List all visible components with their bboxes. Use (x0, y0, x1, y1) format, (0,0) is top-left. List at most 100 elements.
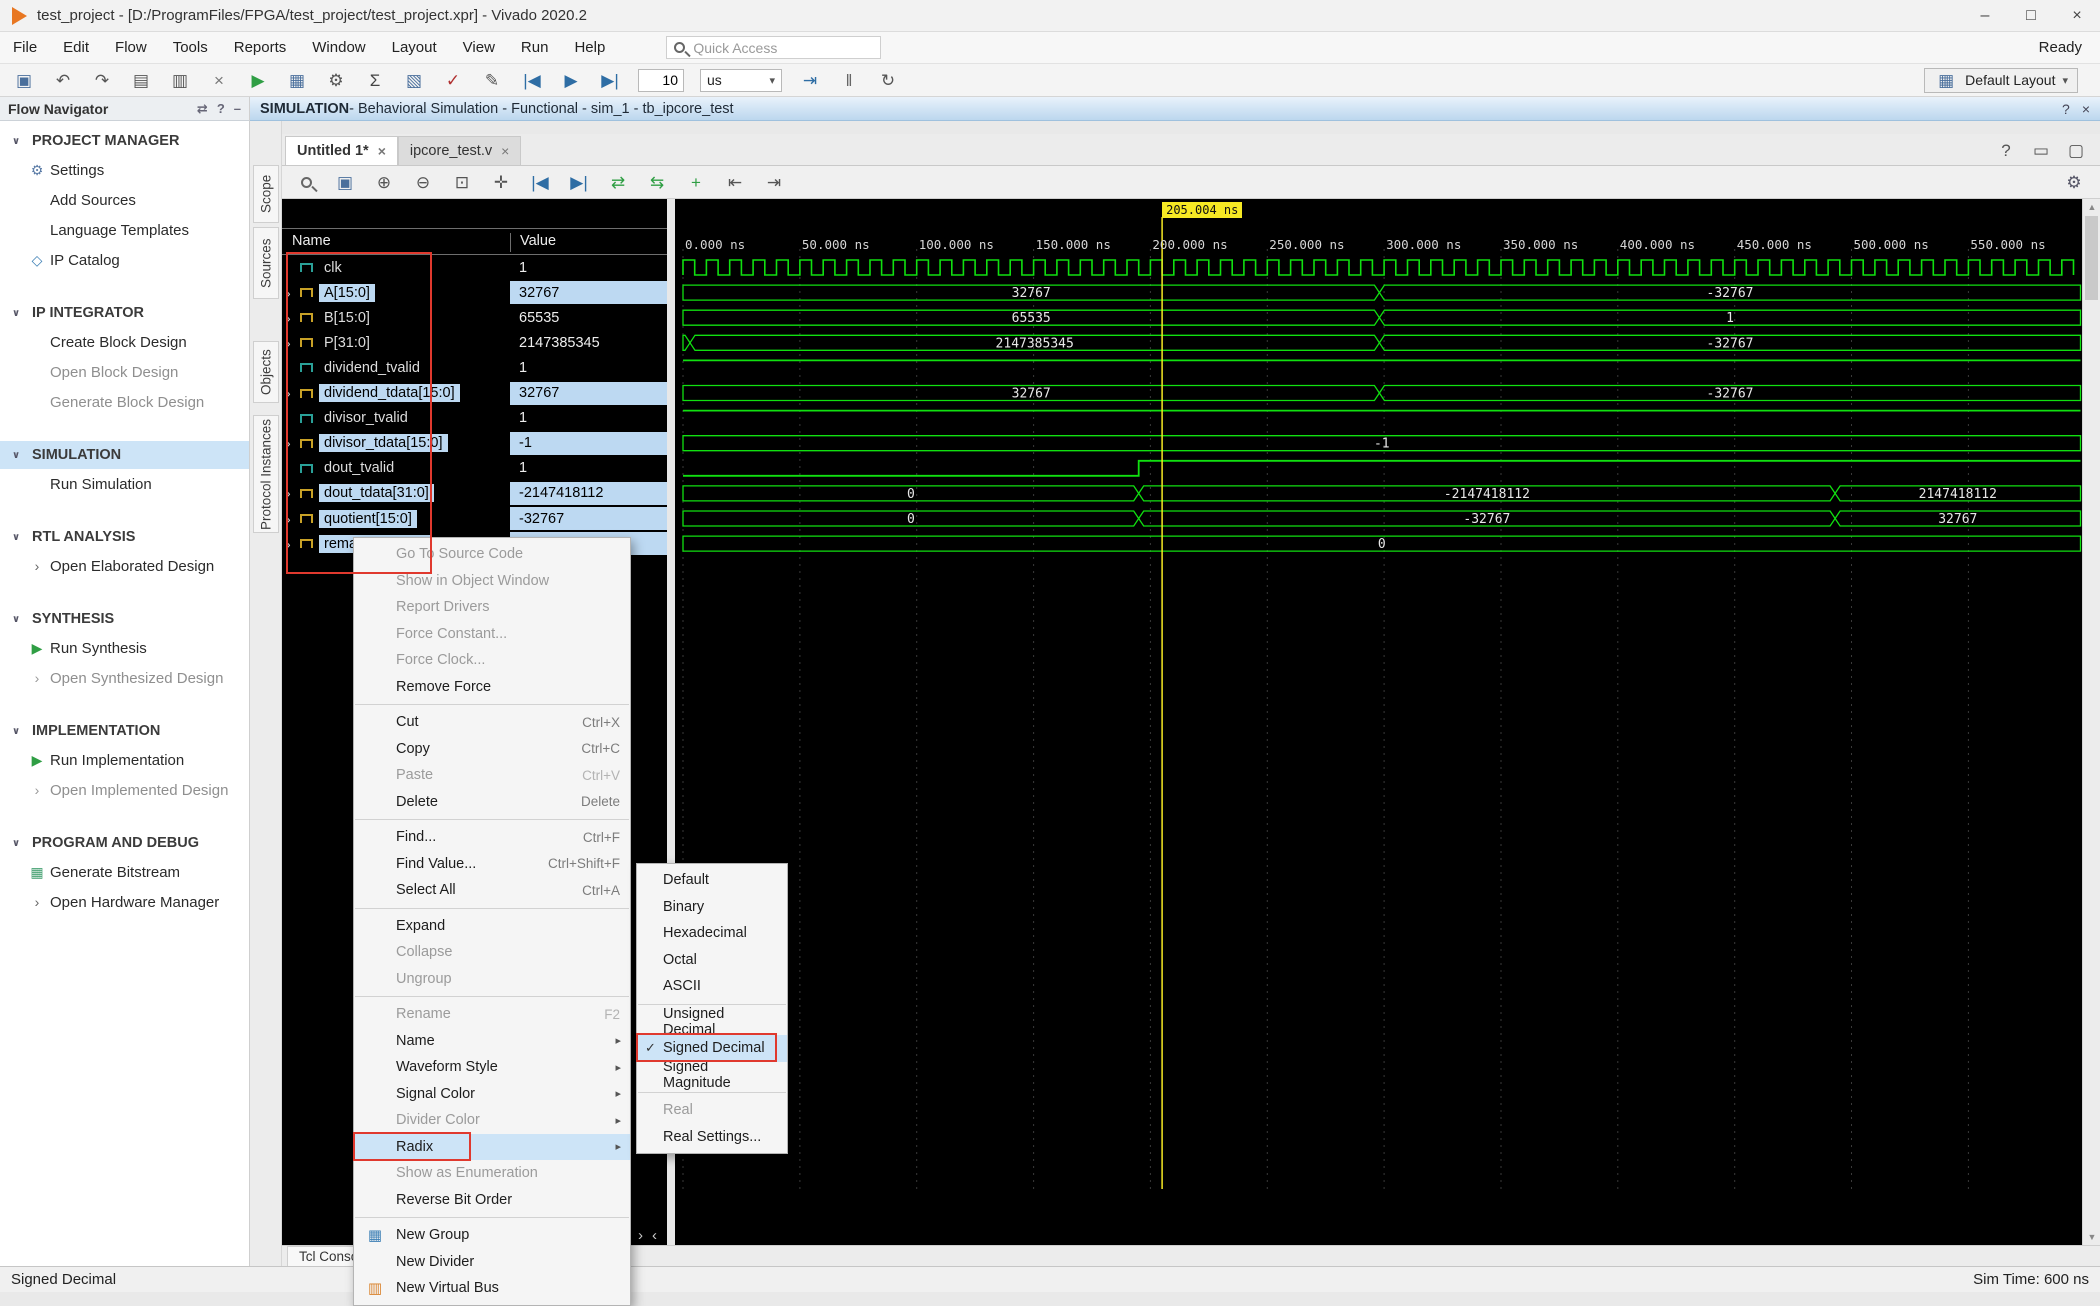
flow-item-create-block-design[interactable]: Create Block Design (0, 327, 249, 357)
redo-icon[interactable]: ↷ (90, 72, 114, 89)
flow-item-run-synthesis[interactable]: ▶Run Synthesis (0, 633, 249, 663)
context-menu-item-find[interactable]: Find...Ctrl+F (354, 824, 630, 851)
radix-option-ascii[interactable]: ASCII (637, 973, 787, 1000)
zoom-out-icon[interactable]: ⊖ (411, 174, 435, 191)
signal-row-b-15-0[interactable]: ›B[15:0]65535 (282, 305, 667, 330)
flow-item-open-synthesized-design[interactable]: ›Open Synthesized Design (0, 663, 249, 693)
relaunch-icon[interactable]: ↻ (876, 72, 900, 89)
signal-name[interactable]: dout_tvalid (319, 459, 399, 477)
flow-section-header-simulation[interactable]: ∨SIMULATION (0, 441, 249, 469)
undo-icon[interactable]: ↶ (51, 72, 75, 89)
signal-name[interactable]: quotient[15:0] (319, 510, 417, 528)
save-waveform-icon[interactable]: ▣ (333, 174, 357, 191)
menu-tools[interactable]: Tools (160, 32, 221, 64)
signal-row-dout-tvalid[interactable]: dout_tvalid1 (282, 456, 667, 481)
goto-start-icon[interactable]: ⇤ (723, 174, 747, 191)
signal-name[interactable]: divisor_tvalid (319, 409, 413, 427)
signal-row-dividend-tdata-15-0[interactable]: ›dividend_tdata[15:0]32767 (282, 381, 667, 406)
flow-item-run-simulation[interactable]: Run Simulation (0, 469, 249, 499)
pause-icon[interactable]: ‖ (837, 72, 861, 89)
waveform-area[interactable]: 32767-327676553512147385345-3276732767-3… (675, 199, 2082, 1245)
side-tab-scope[interactable]: Scope (253, 165, 279, 223)
expander-icon[interactable]: › (282, 435, 298, 451)
radix-option-signed-decimal[interactable]: ✓Signed Decimal (637, 1035, 787, 1062)
expander-icon[interactable]: › (282, 485, 298, 501)
flow-section-header-implementation[interactable]: ∨IMPLEMENTATION (0, 717, 249, 745)
context-menu-item-reverse-bit-order[interactable]: Reverse Bit Order (354, 1187, 630, 1214)
flow-section-header-program-and-debug[interactable]: ∨PROGRAM AND DEBUG (0, 829, 249, 857)
signal-name[interactable]: clk (319, 259, 347, 277)
flow-item-open-hardware-manager[interactable]: ›Open Hardware Manager (0, 887, 249, 917)
flow-item-add-sources[interactable]: Add Sources (0, 185, 249, 215)
signal-row-divisor-tvalid[interactable]: divisor_tvalid1 (282, 406, 667, 431)
close-icon[interactable]: × (2082, 101, 2090, 117)
expander-icon[interactable]: › (282, 285, 298, 301)
signal-row-a-15-0[interactable]: ›A[15:0]32767 (282, 280, 667, 305)
help-icon[interactable]: ? (2062, 101, 2070, 117)
side-tab-protocol-instances[interactable]: Protocol Instances (253, 415, 279, 533)
radix-option-unsigned-decimal[interactable]: Unsigned Decimal (637, 1009, 787, 1036)
minimize-icon[interactable]: – (234, 101, 241, 117)
context-menu-item-name[interactable]: Name▸ (354, 1028, 630, 1055)
context-menu-item-select-all[interactable]: Select AllCtrl+A (354, 877, 630, 904)
flow-item-generate-block-design[interactable]: Generate Block Design (0, 387, 249, 417)
section-collapse-icon[interactable]: ∨ (12, 614, 24, 625)
signal-row-clk[interactable]: clk1 (282, 255, 667, 280)
menu-run[interactable]: Run (508, 32, 562, 64)
expander-icon[interactable]: › (282, 511, 298, 527)
restart-sim-icon[interactable]: |◀ (520, 72, 544, 89)
context-menu-item-expand[interactable]: Expand (354, 913, 630, 940)
edit-icon[interactable]: ✎ (480, 72, 504, 89)
menu-reports[interactable]: Reports (221, 32, 300, 64)
signal-name[interactable]: B[15:0] (319, 309, 375, 327)
save-project-icon[interactable]: ▣ (12, 72, 36, 89)
swap-cursors-icon[interactable]: ⇄ (606, 174, 630, 191)
radix-option-binary[interactable]: Binary (637, 894, 787, 921)
sim-time-input[interactable] (638, 69, 684, 92)
menu-layout[interactable]: Layout (379, 32, 450, 64)
signal-row-p-31-0[interactable]: ›P[31:0]2147385345 (282, 330, 667, 355)
goto-time-icon[interactable]: ⇆ (645, 174, 669, 191)
context-menu-item-radix[interactable]: Radix▸ (354, 1134, 630, 1161)
context-menu-item-new-group[interactable]: ▦New Group (354, 1222, 630, 1249)
signal-name[interactable]: A[15:0] (319, 284, 375, 302)
context-menu-item-waveform-style[interactable]: Waveform Style▸ (354, 1054, 630, 1081)
radix-option-signed-magnitude[interactable]: Signed Magnitude (637, 1062, 787, 1089)
minimize-button[interactable]: – (1962, 0, 2008, 31)
flow-section-header-ip-integrator[interactable]: ∨IP INTEGRATOR (0, 299, 249, 327)
copy-icon[interactable]: ▤ (129, 72, 153, 89)
expander-icon[interactable]: › (282, 385, 298, 401)
context-menu-item-copy[interactable]: CopyCtrl+C (354, 736, 630, 763)
signal-row-quotient-15-0[interactable]: ›quotient[15:0]-32767 (282, 506, 667, 531)
flow-item-open-elaborated-design[interactable]: ›Open Elaborated Design (0, 551, 249, 581)
help-icon[interactable]: ? (217, 101, 225, 117)
signal-row-divisor-tdata-15-0[interactable]: ›divisor_tdata[15:0]-1 (282, 431, 667, 456)
menu-help[interactable]: Help (561, 32, 618, 64)
scrollbar-thumb[interactable] (2085, 216, 2098, 300)
name-column-header[interactable]: Name (292, 233, 331, 249)
flow-item-language-templates[interactable]: Language Templates (0, 215, 249, 245)
close-tab-icon[interactable]: × (501, 143, 509, 159)
scroll-right-icon[interactable]: › (638, 1227, 643, 1244)
run-for-icon[interactable]: ▶| (598, 72, 622, 89)
section-collapse-icon[interactable]: ∨ (12, 450, 24, 461)
validate-icon[interactable]: ✓ (441, 72, 465, 89)
time-unit-select[interactable]: us ▾ (700, 69, 782, 92)
dock-icon[interactable]: ⇄ (197, 101, 208, 117)
add-marker-icon[interactable]: + (684, 174, 708, 191)
previous-transition-icon[interactable]: |◀ (528, 174, 552, 191)
side-tab-objects[interactable]: Objects (253, 341, 279, 403)
value-column-header[interactable]: Value (510, 233, 556, 252)
help-icon[interactable]: ? (1994, 142, 2018, 159)
settings-icon[interactable]: ⚙ (324, 72, 348, 89)
signal-name[interactable]: divisor_tdata[15:0] (319, 434, 448, 452)
doc-tab-untitled-1[interactable]: Untitled 1*× (285, 136, 398, 165)
signal-name[interactable]: dout_tdata[31:0] (319, 484, 434, 502)
context-menu-item-delete[interactable]: DeleteDelete (354, 789, 630, 816)
signal-row-dividend-tvalid[interactable]: dividend_tvalid1 (282, 355, 667, 380)
context-menu-item-find-value[interactable]: Find Value...Ctrl+Shift+F (354, 851, 630, 878)
report-icon[interactable]: ▧ (402, 72, 426, 89)
flow-item-ip-catalog[interactable]: ◇IP Catalog (0, 245, 249, 275)
menu-file[interactable]: File (0, 32, 50, 64)
scroll-down-icon[interactable]: ▼ (2083, 1229, 2100, 1245)
